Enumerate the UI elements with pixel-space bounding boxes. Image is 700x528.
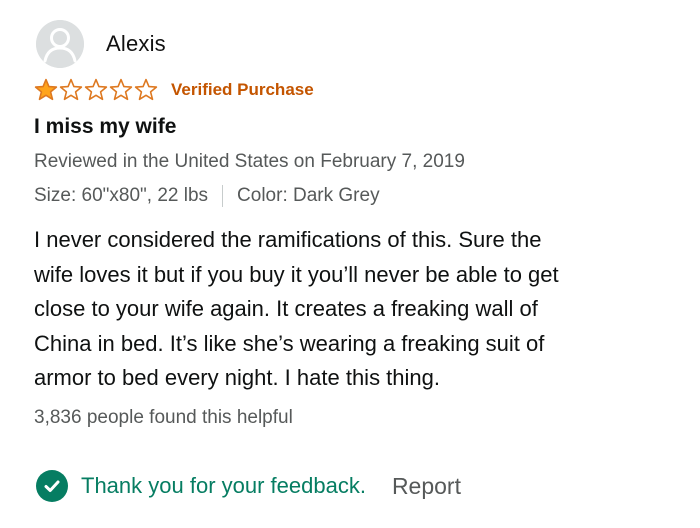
review-body-line: close to your wife again. It creates a f… <box>34 296 538 321</box>
customer-review: Alexis Verified Purchase I miss my wife … <box>0 0 700 528</box>
feedback-message: Thank you for your feedback. <box>81 473 366 498</box>
review-date: Reviewed in the United States on Februar… <box>34 151 465 172</box>
variant-divider <box>222 185 224 207</box>
check-circle-icon <box>36 470 68 502</box>
review-body-line: wife loves it but if you buy it you’ll n… <box>34 261 559 287</box>
star-empty-icon <box>84 78 108 101</box>
variant-size: Size: 60"x80", 22 lbs <box>34 185 209 206</box>
review-body-line: I never considered the ramifications of … <box>34 227 542 252</box>
review-body-line: armor to bed every night. I hate this th… <box>34 365 441 390</box>
review-body: I never considered the ramifications of … <box>34 223 674 396</box>
product-variant: Size: 60"x80", 22 lbs Color: Dark Grey <box>34 185 380 207</box>
review-body-line: China in bed. It’s like she’s wearing a … <box>34 330 545 356</box>
report-link[interactable]: Report <box>392 473 461 500</box>
reviewer-name[interactable]: Alexis <box>106 31 166 57</box>
variant-color: Color: Dark Grey <box>237 185 380 206</box>
avatar <box>36 20 84 68</box>
star-empty-icon <box>109 78 133 101</box>
helpful-count: 3,836 people found this helpful <box>34 407 293 428</box>
star-empty-icon <box>134 78 158 101</box>
star-empty-icon <box>59 78 83 101</box>
star-filled-icon <box>34 78 58 101</box>
review-title: I miss my wife <box>34 115 177 138</box>
star-rating[interactable] <box>34 78 159 102</box>
default-user-silhouette-icon <box>36 20 84 68</box>
rating-row: Verified Purchase <box>34 78 314 102</box>
reviewer-profile[interactable]: Alexis <box>36 20 166 68</box>
feedback-row: Thank you for your feedback. Report <box>36 470 461 502</box>
verified-purchase-badge[interactable]: Verified Purchase <box>171 80 314 100</box>
